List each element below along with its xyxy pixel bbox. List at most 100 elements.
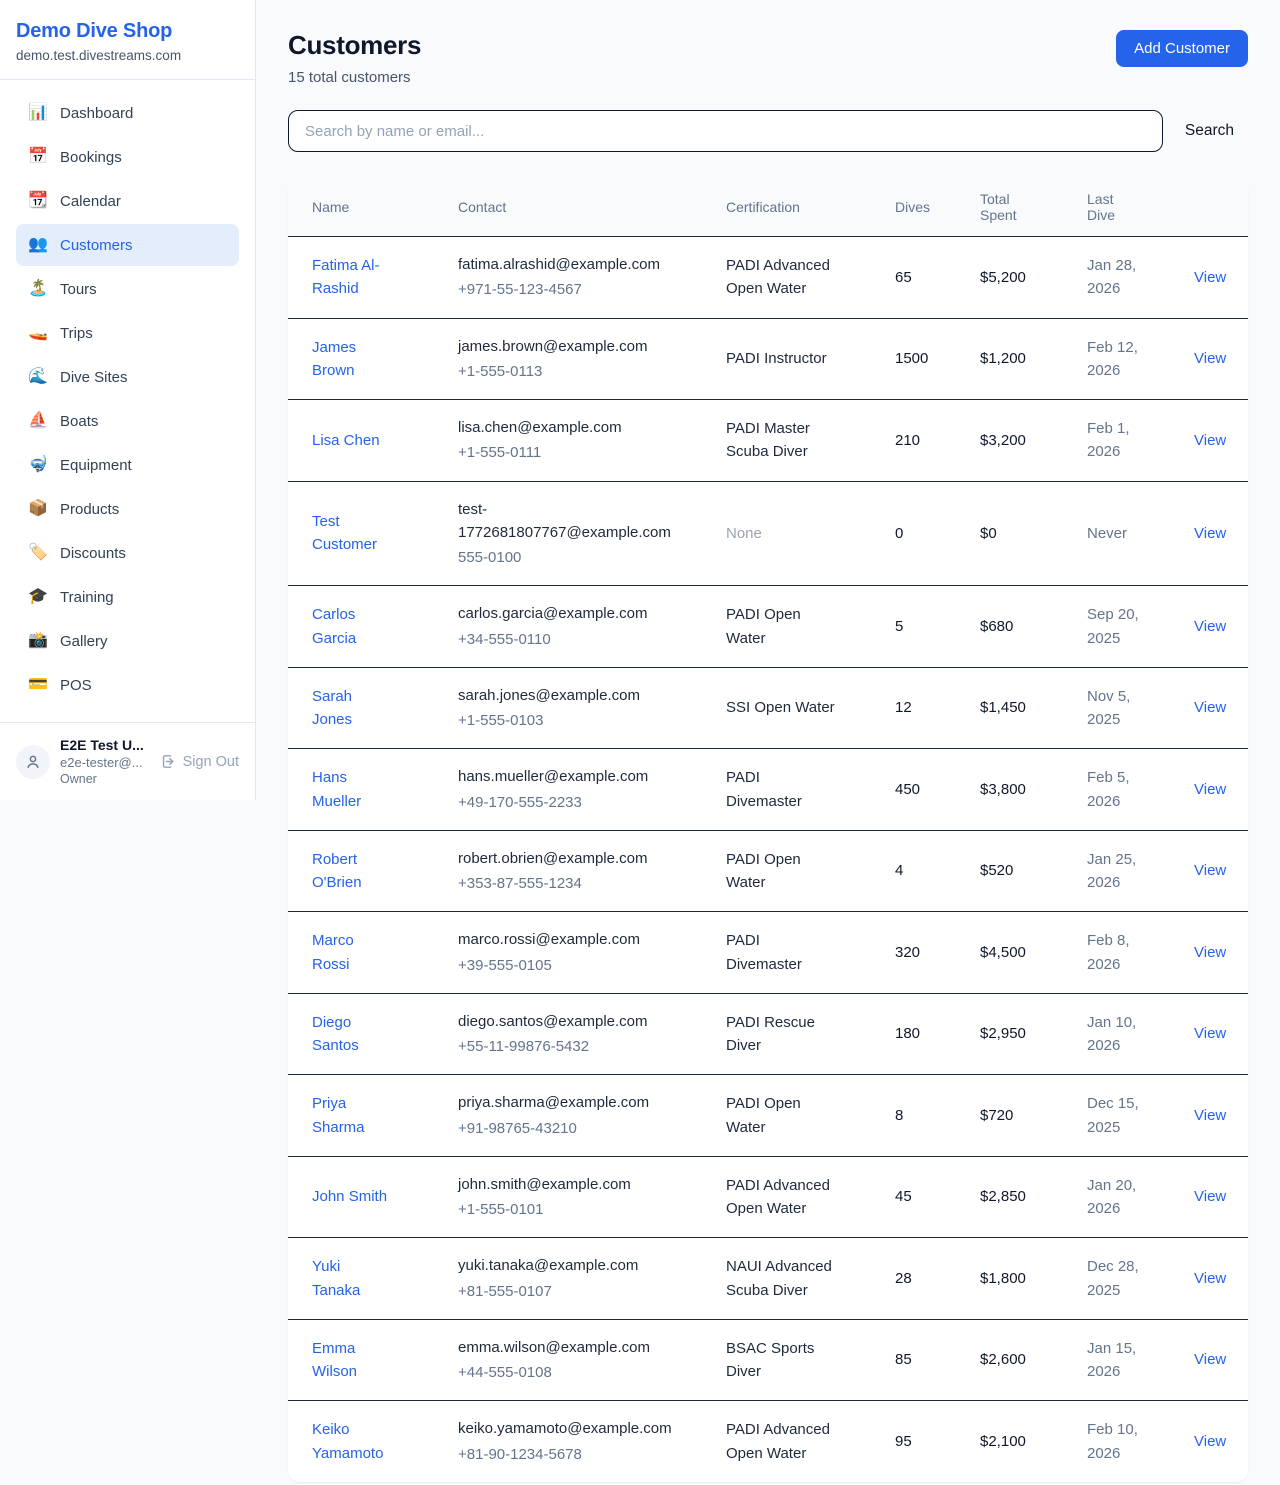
- sidebar-item-equipment[interactable]: 🤿 Equipment: [16, 444, 239, 486]
- customer-name-link[interactable]: Yuki Tanaka: [312, 1255, 392, 1302]
- customer-last-dive-cell: Jan 25, 2026: [1087, 832, 1194, 911]
- customer-name-link[interactable]: Hans Mueller: [312, 766, 392, 813]
- customer-dives-cell: 95: [895, 1414, 980, 1469]
- sailboat-icon: ⛵: [28, 413, 48, 429]
- customer-last-dive-cell: Feb 8, 2026: [1087, 913, 1194, 992]
- customer-total-spent-cell: $2,100: [980, 1414, 1087, 1469]
- customer-name-link[interactable]: Fatima Al-Rashid: [312, 254, 392, 301]
- customer-email: fatima.alrashid@example.com: [458, 253, 660, 276]
- view-customer-link[interactable]: View: [1194, 618, 1226, 635]
- customer-dives-cell: 210: [895, 413, 980, 468]
- sidebar-nav: 📊 Dashboard 📅 Bookings 📆 Calendar 👥 Cust…: [0, 80, 255, 722]
- sidebar-item-customers[interactable]: 👥 Customers: [16, 224, 239, 266]
- table-row: Lisa Chen lisa.chen@example.com +1-555-0…: [288, 400, 1248, 482]
- customer-name-link[interactable]: John Smith: [312, 1185, 387, 1208]
- sidebar-item-pos[interactable]: 💳 POS: [16, 664, 239, 706]
- customer-total-spent-cell: $5,200: [980, 250, 1087, 305]
- table-row: James Brown james.brown@example.com +1-5…: [288, 319, 1248, 401]
- customer-email: yuki.tanaka@example.com: [458, 1254, 638, 1277]
- customer-name-cell: Emma Wilson: [312, 1321, 458, 1400]
- customer-name-link[interactable]: Robert O'Brien: [312, 848, 392, 895]
- search-input[interactable]: [288, 110, 1163, 152]
- customer-name-link[interactable]: Marco Rossi: [312, 929, 392, 976]
- view-customer-link[interactable]: View: [1194, 525, 1226, 542]
- customer-contact-cell: marco.rossi@example.com +39-555-0105: [458, 912, 726, 993]
- customer-name-link[interactable]: Priya Sharma: [312, 1092, 392, 1139]
- customer-contact-cell: keiko.yamamoto@example.com +81-90-1234-5…: [458, 1401, 726, 1482]
- customer-name-link[interactable]: Carlos Garcia: [312, 603, 392, 650]
- customer-name-link[interactable]: Keiko Yamamoto: [312, 1418, 392, 1465]
- sign-out-label: Sign Out: [183, 754, 239, 770]
- sidebar-item-discounts[interactable]: 🏷️ Discounts: [16, 532, 239, 574]
- view-customer-link[interactable]: View: [1194, 699, 1226, 716]
- customer-name-cell: Priya Sharma: [312, 1076, 458, 1155]
- customer-name-link[interactable]: Diego Santos: [312, 1011, 392, 1058]
- customer-name-cell: Lisa Chen: [312, 413, 458, 468]
- sidebar-item-training[interactable]: 🎓 Training: [16, 576, 239, 618]
- view-customer-link[interactable]: View: [1194, 350, 1226, 367]
- customer-certification: BSAC Sports Diver: [726, 1337, 838, 1384]
- view-customer-link[interactable]: View: [1194, 1025, 1226, 1042]
- sidebar-item-label: Dive Sites: [60, 369, 128, 386]
- customer-name-link[interactable]: Emma Wilson: [312, 1337, 392, 1384]
- sidebar-item-label: Tours: [60, 281, 97, 298]
- customer-last-dive-cell: Feb 5, 2026: [1087, 750, 1194, 829]
- sidebar-item-trips[interactable]: 🚤 Trips: [16, 312, 239, 354]
- sidebar-item-calendar[interactable]: 📆 Calendar: [16, 180, 239, 222]
- customer-phone: +971-55-123-4567: [458, 278, 710, 301]
- customer-dives-cell: 450: [895, 762, 980, 817]
- user-section: E2E Test U... e2e-tester@... Owner Sign …: [0, 722, 255, 800]
- view-customer-link[interactable]: View: [1194, 862, 1226, 879]
- sidebar-item-tours[interactable]: 🏝️ Tours: [16, 268, 239, 310]
- sign-out-button[interactable]: Sign Out: [160, 753, 239, 770]
- sidebar-item-boats[interactable]: ⛵ Boats: [16, 400, 239, 442]
- customer-actions-cell: View: [1194, 1169, 1248, 1224]
- customer-dives-cell: 4: [895, 843, 980, 898]
- view-customer-link[interactable]: View: [1194, 1351, 1226, 1368]
- customer-email: keiko.yamamoto@example.com: [458, 1417, 672, 1440]
- view-customer-link[interactable]: View: [1194, 944, 1226, 961]
- customer-last-dive-cell: Feb 12, 2026: [1087, 320, 1194, 399]
- customer-email: john.smith@example.com: [458, 1173, 631, 1196]
- add-customer-button[interactable]: Add Customer: [1116, 30, 1248, 67]
- view-customer-link[interactable]: View: [1194, 1433, 1226, 1450]
- page-header-text: Customers 15 total customers: [288, 30, 421, 86]
- customer-name-link[interactable]: Test Customer: [312, 510, 392, 557]
- view-customer-link[interactable]: View: [1194, 1107, 1226, 1124]
- view-customer-link[interactable]: View: [1194, 1270, 1226, 1287]
- view-customer-link[interactable]: View: [1194, 1188, 1226, 1205]
- customer-name-link[interactable]: Lisa Chen: [312, 429, 380, 452]
- sidebar-item-gallery[interactable]: 📸 Gallery: [16, 620, 239, 662]
- customer-last-dive: Jan 28, 2026: [1087, 254, 1149, 301]
- customer-last-dive-cell: Dec 28, 2025: [1087, 1239, 1194, 1318]
- sidebar-item-bookings[interactable]: 📅 Bookings: [16, 136, 239, 178]
- customer-last-dive: Dec 28, 2025: [1087, 1255, 1149, 1302]
- credit-card-icon: 💳: [28, 677, 48, 693]
- view-customer-link[interactable]: View: [1194, 432, 1226, 449]
- view-customer-link[interactable]: View: [1194, 269, 1226, 286]
- customer-contact-cell: emma.wilson@example.com +44-555-0108: [458, 1320, 726, 1401]
- customer-contact-cell: james.brown@example.com +1-555-0113: [458, 319, 726, 400]
- customer-total-spent-cell: $2,850: [980, 1169, 1087, 1224]
- sidebar-item-dashboard[interactable]: 📊 Dashboard: [16, 92, 239, 134]
- view-customer-link[interactable]: View: [1194, 781, 1226, 798]
- customer-last-dive: Feb 12, 2026: [1087, 336, 1149, 383]
- search-button[interactable]: Search: [1171, 122, 1248, 140]
- customer-name-cell: Hans Mueller: [312, 750, 458, 829]
- customer-name-cell: Diego Santos: [312, 995, 458, 1074]
- customer-dives-cell: 85: [895, 1332, 980, 1387]
- customers-table: Name Contact Certification Dives Total S…: [288, 178, 1248, 1482]
- sidebar-item-label: Discounts: [60, 545, 126, 562]
- user-meta: E2E Test U... e2e-tester@... Owner: [60, 737, 150, 786]
- column-header-contact: Contact: [458, 178, 726, 236]
- sidebar-item-dive-sites[interactable]: 🌊 Dive Sites: [16, 356, 239, 398]
- shop-title: Demo Dive Shop: [16, 20, 239, 43]
- customer-name-cell: Sarah Jones: [312, 669, 458, 748]
- customer-name-link[interactable]: Sarah Jones: [312, 685, 392, 732]
- sidebar-item-products[interactable]: 📦 Products: [16, 488, 239, 530]
- tear-off-calendar-icon: 📆: [28, 193, 48, 209]
- avatar: [16, 745, 50, 779]
- column-header-total-spent: Total Spent: [980, 178, 1087, 236]
- customer-actions-cell: View: [1194, 331, 1248, 386]
- customer-name-link[interactable]: James Brown: [312, 336, 392, 383]
